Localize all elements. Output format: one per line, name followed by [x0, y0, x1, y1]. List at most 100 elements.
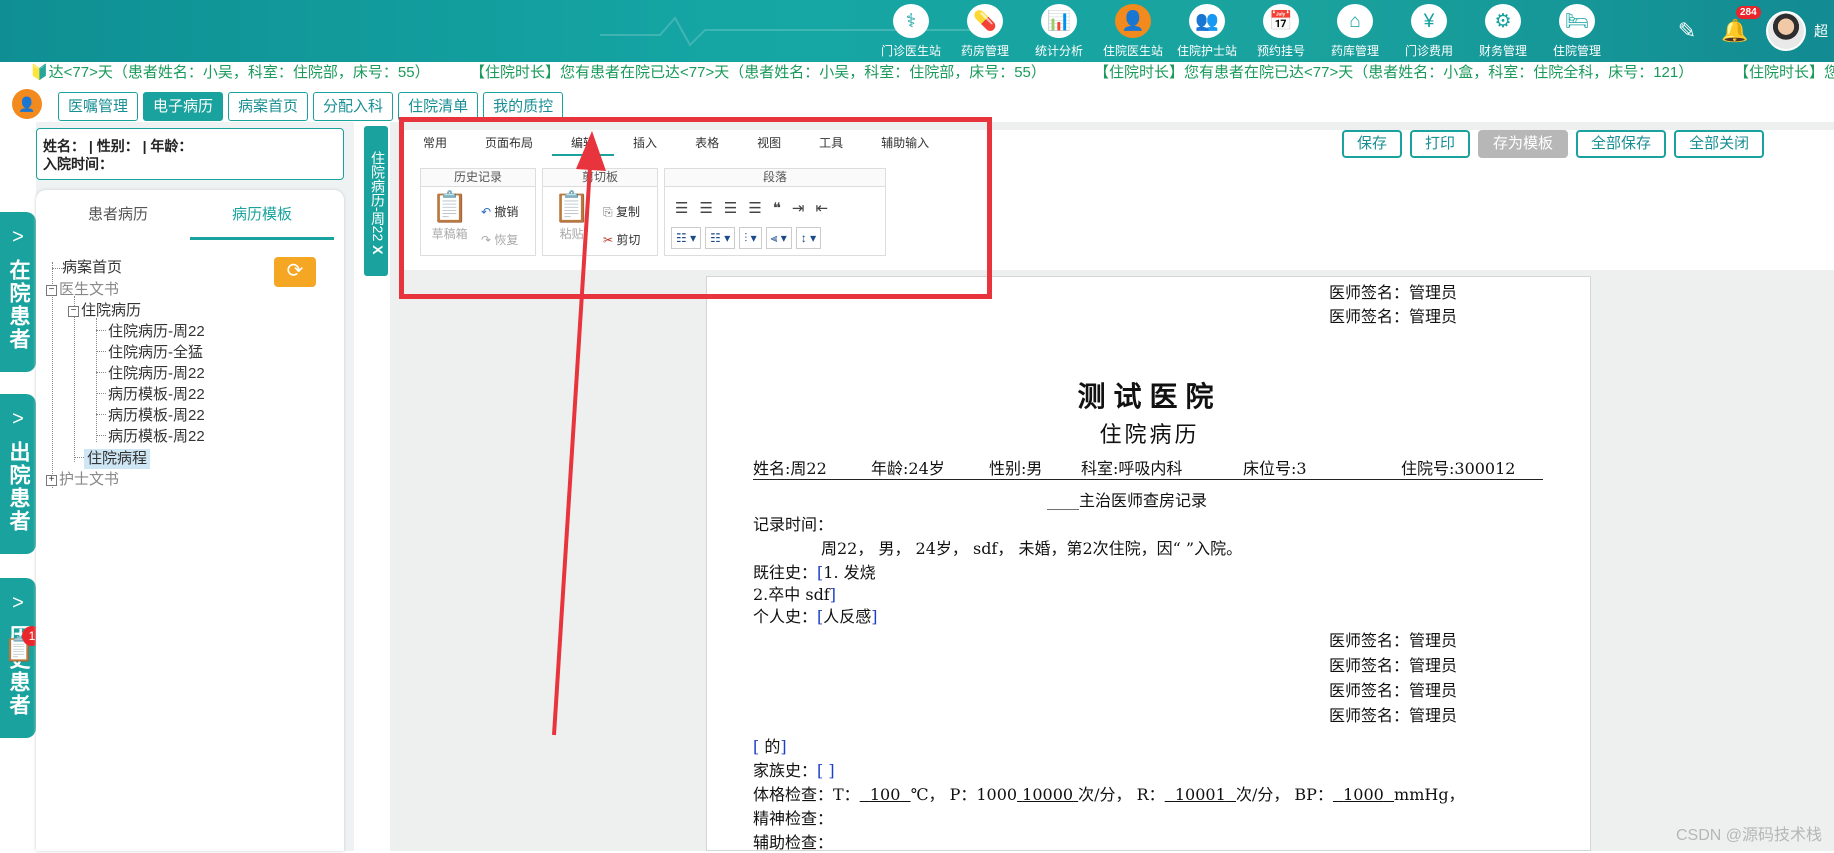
- patient-summary: 周22， 男， 24岁， sdf， 未婚，第2次住院，因“ ”入院。: [821, 535, 1242, 559]
- nav-item[interactable]: 👤住院医生站: [1096, 3, 1170, 59]
- notification-bell-icon[interactable]: 🔔 284: [1712, 18, 1758, 44]
- tab-label: 出院患者: [3, 441, 33, 533]
- nav-item[interactable]: ¥门诊费用: [1392, 3, 1466, 59]
- tree-item-label: 护士文书: [59, 471, 119, 488]
- tree-item-case-front-page[interactable]: 病案首页: [62, 258, 122, 278]
- tree-item-template[interactable]: 病历模板-周22: [108, 385, 205, 405]
- doctor-signature: 医师签名：管理员: [1329, 627, 1457, 651]
- username[interactable]: 超: [1814, 21, 1834, 41]
- past-history-value[interactable]: 2.卒中 sdf: [753, 585, 830, 604]
- close-document-button[interactable]: X: [370, 245, 386, 254]
- value: 10000: [1022, 785, 1073, 804]
- unit: mmHg，: [1394, 785, 1465, 804]
- annotation-arrow: [540, 125, 610, 745]
- blood-pressure-value[interactable]: 1000: [1333, 785, 1394, 804]
- tree-item-nurse-docs[interactable]: +护士文书: [46, 470, 119, 490]
- tree-line: [52, 268, 62, 269]
- marquee-item: 【住院时长】您有患者在院已达<77>天（患者姓名：小吴，科室：住院部，床号：55…: [470, 62, 1046, 84]
- nav-item[interactable]: ⚙财务管理: [1466, 3, 1540, 59]
- in-hospital-patients-tab[interactable]: > 在院患者: [0, 212, 36, 372]
- pill-icon: 💊: [967, 4, 1003, 38]
- chart-icon: 📊: [1041, 4, 1077, 38]
- pulse-value[interactable]: 10000: [1017, 785, 1078, 804]
- action-button[interactable]: 打印: [1410, 130, 1470, 158]
- collapse-icon[interactable]: −: [46, 285, 57, 296]
- tree-line: [96, 351, 106, 352]
- open-document-tab[interactable]: 住院病历-周22 X: [364, 126, 388, 276]
- module-logo-icon: 👤: [12, 89, 42, 119]
- patient-name: 姓名:周22: [753, 455, 827, 479]
- signature-label: 医师签名：: [1329, 681, 1409, 700]
- tree-item-label: 住院病历: [81, 302, 141, 319]
- personal-history-value[interactable]: 人反感: [823, 607, 871, 626]
- personal-history-label: 个人史：: [753, 607, 817, 626]
- chevron-right-icon: >: [12, 592, 24, 615]
- doctor-signature: 医师签名：管理员: [1329, 677, 1457, 701]
- doctor-icon: ⚕: [893, 4, 929, 38]
- past-history-label: 既往史：: [753, 563, 817, 582]
- signature-value: 管理员: [1409, 681, 1457, 700]
- family-history-field[interactable]: [ ]: [817, 761, 835, 780]
- tree-item-record[interactable]: 住院病历-周22: [108, 364, 205, 384]
- module-tab[interactable]: 电子病历: [143, 92, 223, 121]
- chevron-right-icon: >: [12, 226, 24, 249]
- signature-label: 医师签名：: [1329, 656, 1409, 675]
- yen-icon: ¥: [1411, 4, 1447, 38]
- personal-history: 个人史：[人反感]: [753, 603, 878, 627]
- nav-item[interactable]: 📅 预约挂号: [1244, 3, 1318, 59]
- value: 1000: [1343, 785, 1384, 804]
- record-tree-panel: 患者病历 病历模板 ⟳ 病案首页 −医生文书 −住院病历 住院病历-周22 住院…: [36, 190, 344, 851]
- tree-item-doctor-docs[interactable]: −医生文书: [46, 280, 119, 300]
- document-page[interactable]: 医师签名：管理员 医师签名：管理员 测试医院 住院病历 姓名:周22 年龄:24…: [706, 276, 1591, 851]
- past-history-value[interactable]: 1. 发烧: [823, 563, 875, 582]
- marquee-item: 【住院时长】您有: [1734, 62, 1834, 84]
- module-tab[interactable]: 病案首页: [228, 92, 308, 121]
- record-title: 住院病历: [707, 417, 1592, 449]
- round-record-title: ____主治医师查房记录: [1047, 487, 1207, 511]
- nav-item[interactable]: ⌂药库管理: [1318, 3, 1392, 59]
- nav-label: 预约挂号: [1257, 42, 1305, 59]
- module-tab[interactable]: 分配入科: [313, 92, 393, 121]
- expand-icon[interactable]: +: [46, 475, 57, 486]
- calendar-icon: 📅: [1263, 4, 1299, 38]
- action-button[interactable]: 全部保存: [1576, 130, 1666, 158]
- chevron-right-icon: >: [12, 408, 24, 431]
- action-button[interactable]: 存为模板: [1478, 130, 1568, 158]
- nav-item[interactable]: 📊统计分析: [1022, 3, 1096, 59]
- inpatient-number: 住院号:300012: [1401, 455, 1515, 479]
- tab-patient-records[interactable]: 患者病历: [46, 190, 190, 240]
- tree-item-inpatient-records[interactable]: −住院病历: [68, 301, 141, 321]
- panel-tabs: 患者病历 病历模板: [36, 190, 344, 240]
- tree-item-progress-notes[interactable]: 住院病程: [84, 449, 150, 469]
- signature-label: 医师签名：: [1329, 631, 1409, 650]
- nav-item[interactable]: 🛏住院管理: [1540, 3, 1614, 59]
- tree-item-record[interactable]: 住院病历-全猛: [108, 343, 203, 363]
- value: 100: [870, 785, 901, 804]
- tree-item-template[interactable]: 病历模板-周22: [108, 427, 205, 447]
- action-button[interactable]: 保存: [1342, 130, 1402, 158]
- refresh-icon: ⟳: [287, 260, 304, 282]
- temperature-value[interactable]: 100: [860, 785, 911, 804]
- signature-value: 管理员: [1409, 307, 1457, 326]
- user-card-icon: 👤: [1115, 4, 1151, 38]
- tree-item-record[interactable]: 住院病历-周22: [108, 322, 205, 342]
- user-avatar[interactable]: [1766, 11, 1806, 51]
- module-tab[interactable]: 医嘱管理: [58, 92, 138, 121]
- discharged-patients-tab[interactable]: > 出院患者: [0, 394, 36, 554]
- collapse-icon[interactable]: −: [68, 306, 79, 317]
- refresh-button[interactable]: ⟳: [274, 257, 316, 287]
- edit-pen-icon[interactable]: ✎: [1662, 18, 1712, 44]
- nav-item[interactable]: 💊药房管理: [948, 3, 1022, 59]
- nav-item[interactable]: ⚕门诊医生站: [874, 3, 948, 59]
- input-field[interactable]: [ 的]: [753, 733, 787, 757]
- respiration-value[interactable]: 10001: [1165, 785, 1236, 804]
- tree-item-template[interactable]: 病历模板-周22: [108, 406, 205, 426]
- nav-item[interactable]: 👥住院护士站: [1170, 3, 1244, 59]
- tab-record-templates[interactable]: 病历模板: [190, 190, 334, 240]
- bed-number: 床位号:3: [1243, 455, 1307, 479]
- field-bracket: ]: [830, 585, 836, 604]
- tab-label: 在院患者: [3, 259, 33, 351]
- action-button[interactable]: 全部关闭: [1674, 130, 1764, 158]
- auxiliary-exam-label: 辅助检查：: [753, 829, 833, 853]
- signature-label: 医师签名：: [1329, 283, 1409, 302]
